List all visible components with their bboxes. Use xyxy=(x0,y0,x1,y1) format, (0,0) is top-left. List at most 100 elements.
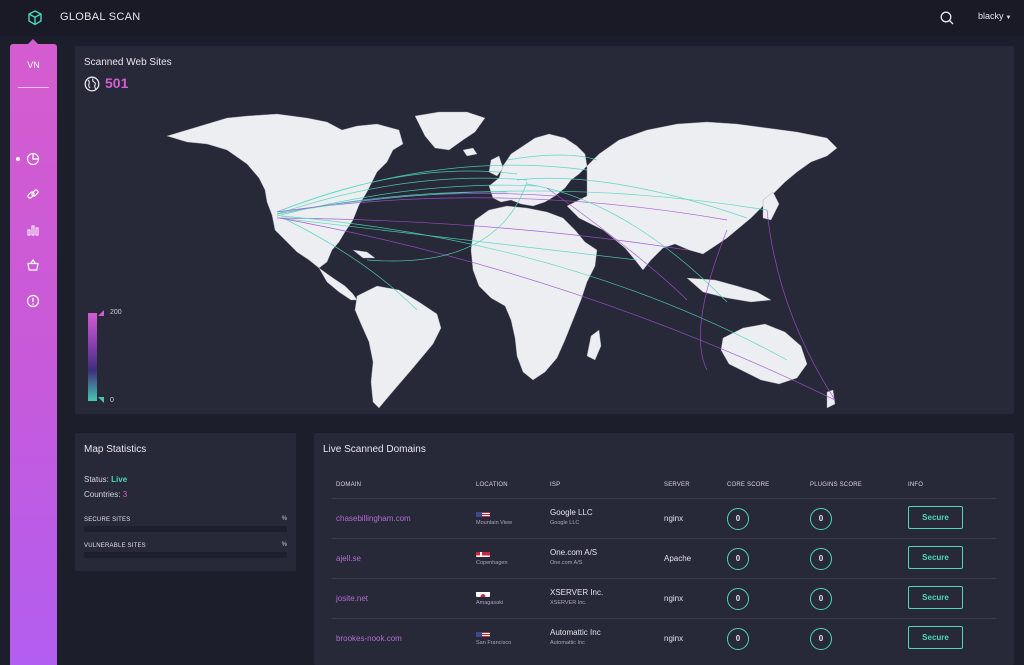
secure-button[interactable]: Secure xyxy=(908,546,963,569)
core-score-badge[interactable]: 0 xyxy=(727,508,749,530)
search-icon[interactable] xyxy=(939,10,955,26)
sidebar: VN xyxy=(10,39,57,665)
scanned-sites-panel: Scanned Web Sites 501 200 0 xyxy=(75,46,1014,414)
plugins-score-badge[interactable]: 0 xyxy=(810,548,832,570)
map-region xyxy=(352,249,376,259)
sidebar-item-alerts[interactable] xyxy=(10,289,57,313)
plugins-score-badge[interactable]: 0 xyxy=(810,508,832,530)
globe-icon xyxy=(84,76,100,92)
sidebar-notch xyxy=(28,39,38,44)
status-label: Status: xyxy=(84,475,109,484)
secure-button[interactable]: Secure xyxy=(908,506,963,529)
scanned-count-value: 501 xyxy=(105,75,129,91)
alert-icon xyxy=(26,294,40,308)
domain-link[interactable]: brookes-nook.com xyxy=(336,634,402,643)
legend-gradient xyxy=(88,313,97,401)
domain-link[interactable]: ajell.se xyxy=(336,554,361,563)
legend-max-label: 200 xyxy=(110,309,122,316)
column-header-plugins-score[interactable]: PLUGINS SCORE xyxy=(810,482,862,488)
location-city: Copenhagen xyxy=(476,560,508,566)
map-region xyxy=(414,111,486,151)
column-header-core-score[interactable]: CORE SCORE xyxy=(727,482,769,488)
pie-chart-icon xyxy=(26,152,40,166)
map-region xyxy=(826,389,836,408)
domain-link[interactable]: chasebillingham.com xyxy=(336,514,411,523)
bar-chart-icon xyxy=(27,225,39,236)
column-header-server[interactable]: SERVER xyxy=(664,482,690,488)
table-row: ajell.se Copenhagen One.com A/S One.com … xyxy=(332,538,996,578)
table-row: chasebillingham.com Mountain View Google… xyxy=(332,498,996,538)
server-name: Apache xyxy=(664,554,692,563)
column-header-info[interactable]: INFO xyxy=(908,482,923,488)
domain-link[interactable]: josite.net xyxy=(336,594,368,603)
server-name: nginx xyxy=(664,594,684,603)
secure-button[interactable]: Secure xyxy=(908,586,963,609)
jp-flag-icon xyxy=(476,588,490,597)
map-region xyxy=(566,121,837,271)
isp-org: Automattic Inc xyxy=(550,640,585,646)
table-row: josite.net Amagasaki XSERVER Inc. XSERVE… xyxy=(332,578,996,618)
dk-flag-icon xyxy=(476,548,490,557)
sidebar-item-dashboard[interactable] xyxy=(10,147,57,171)
live-domains-panel: Live Scanned Domains DOMAIN LOCATION ISP… xyxy=(314,433,1014,665)
core-score-badge[interactable]: 0 xyxy=(727,548,749,570)
secure-button[interactable]: Secure xyxy=(908,626,963,649)
server-name: nginx xyxy=(664,514,684,523)
legend-min-label: 0 xyxy=(110,397,114,404)
isp-name: Automattic Inc xyxy=(550,628,601,637)
core-score-badge[interactable]: 0 xyxy=(727,588,749,610)
map-region xyxy=(354,285,442,408)
vulnerable-sites-bar xyxy=(84,552,287,558)
legend-min-marker xyxy=(98,397,104,403)
countries-line: Countries: 3 xyxy=(84,490,127,499)
map-region xyxy=(586,329,602,361)
secure-sites-bar xyxy=(84,526,287,532)
map-region xyxy=(470,205,598,381)
plugins-score-badge[interactable]: 0 xyxy=(810,628,832,650)
map-region xyxy=(167,113,404,269)
table-row: brookes-nook.com San Francisco Automatti… xyxy=(332,618,996,658)
isp-name: XSERVER Inc. xyxy=(550,588,604,597)
countries-value: 3 xyxy=(122,490,128,499)
panel-title: Scanned Web Sites xyxy=(84,57,172,68)
isp-name: One.com A/S xyxy=(550,548,598,557)
isp-name: Google LLC xyxy=(550,508,593,517)
plugins-score-badge[interactable]: 0 xyxy=(810,588,832,610)
map-region xyxy=(686,277,772,303)
vulnerable-sites-pct: % xyxy=(281,542,287,548)
vulnerable-sites-label: VULNERABLE SITES xyxy=(84,543,146,549)
user-name: blacky xyxy=(978,11,1004,21)
panel-title: Map Statistics xyxy=(84,444,147,455)
us-flag-icon xyxy=(476,628,490,637)
countries-label: Countries: xyxy=(84,490,121,499)
column-header-domain[interactable]: DOMAIN xyxy=(336,482,361,488)
secure-sites-pct: % xyxy=(281,516,287,522)
isp-org: Google LLC xyxy=(550,520,580,526)
column-header-location[interactable]: LOCATION xyxy=(476,482,508,488)
sidebar-item-links[interactable] xyxy=(10,182,57,206)
isp-org: XSERVER Inc. xyxy=(550,600,587,606)
map-region xyxy=(462,147,478,157)
basket-icon xyxy=(27,258,39,271)
location-city: Mountain View xyxy=(476,520,512,526)
status-value: Live xyxy=(111,475,128,484)
cube-icon[interactable] xyxy=(26,9,44,27)
active-indicator xyxy=(16,157,20,161)
panel-title: Live Scanned Domains xyxy=(323,444,426,455)
map-region xyxy=(318,267,358,301)
legend-max-marker xyxy=(98,310,104,316)
isp-org: One.com A/S xyxy=(550,560,583,566)
user-initials[interactable]: VN xyxy=(10,60,57,70)
map-statistics-panel: Map Statistics Status: Live Countries: 3… xyxy=(75,433,296,571)
server-name: nginx xyxy=(664,634,684,643)
link-icon xyxy=(27,189,39,199)
location-city: San Francisco xyxy=(476,640,512,646)
map-legend: 200 0 xyxy=(88,309,128,408)
column-header-isp[interactable]: ISP xyxy=(550,482,560,488)
core-score-badge[interactable]: 0 xyxy=(727,628,749,650)
location-city: Amagasaki xyxy=(476,600,504,606)
sidebar-item-stats[interactable] xyxy=(10,218,57,242)
world-map[interactable] xyxy=(167,110,837,408)
sidebar-item-shop[interactable] xyxy=(10,253,57,277)
user-menu[interactable]: blacky ▼ xyxy=(978,11,1011,21)
